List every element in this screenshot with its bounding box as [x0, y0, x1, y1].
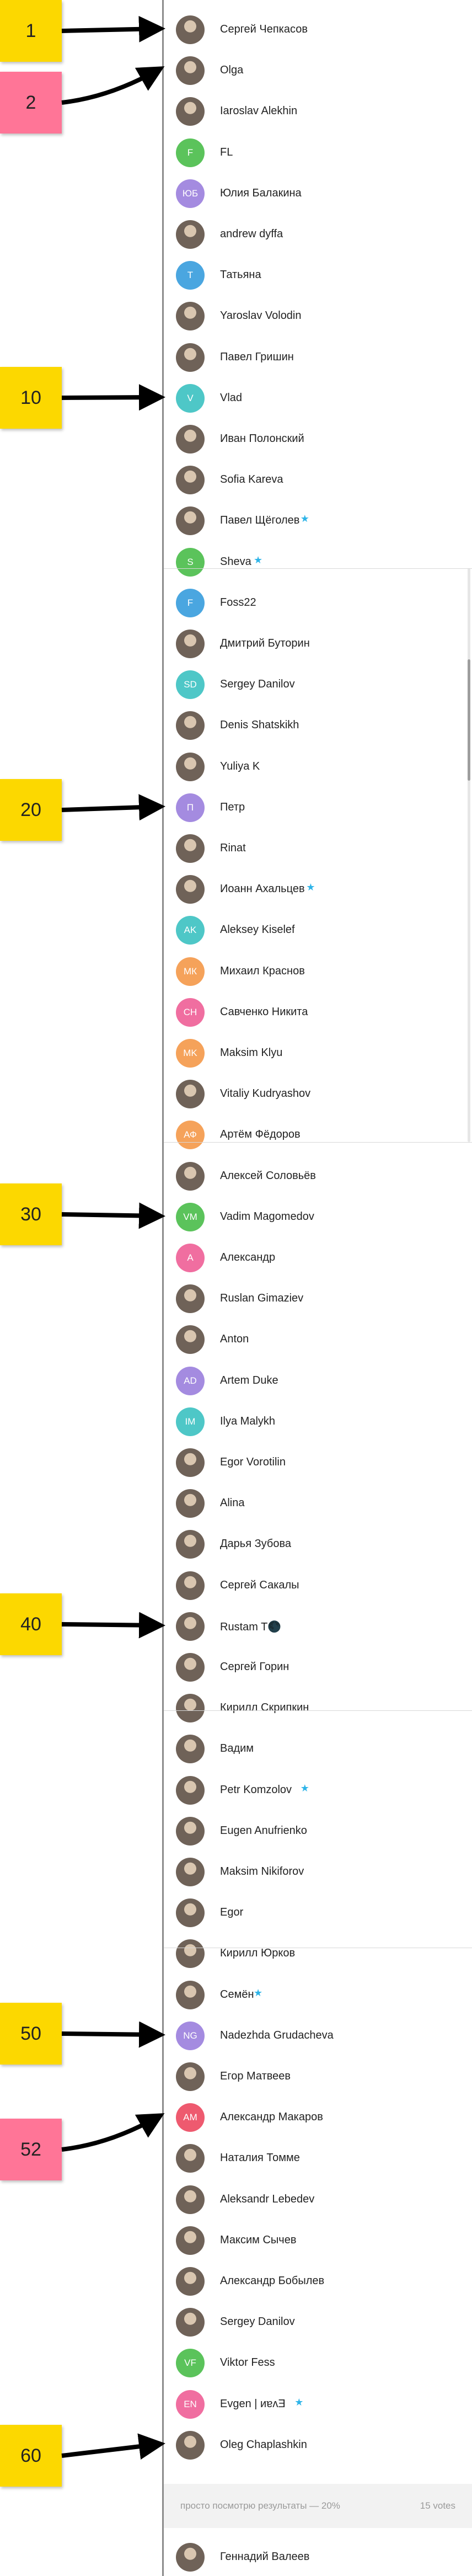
annotation-arrows	[61, 15, 165, 2460]
annotation-arrow	[61, 1612, 165, 1639]
annotation-arrow	[61, 2433, 165, 2460]
annotation-arrow	[61, 794, 165, 821]
annotation-arrow	[61, 1202, 165, 1229]
annotation-arrow	[61, 2113, 165, 2152]
annotation-arrow	[61, 2021, 165, 2048]
annotation-arrow	[61, 384, 165, 411]
annotation-arrow	[61, 66, 165, 105]
annotation-arrow	[61, 15, 165, 42]
